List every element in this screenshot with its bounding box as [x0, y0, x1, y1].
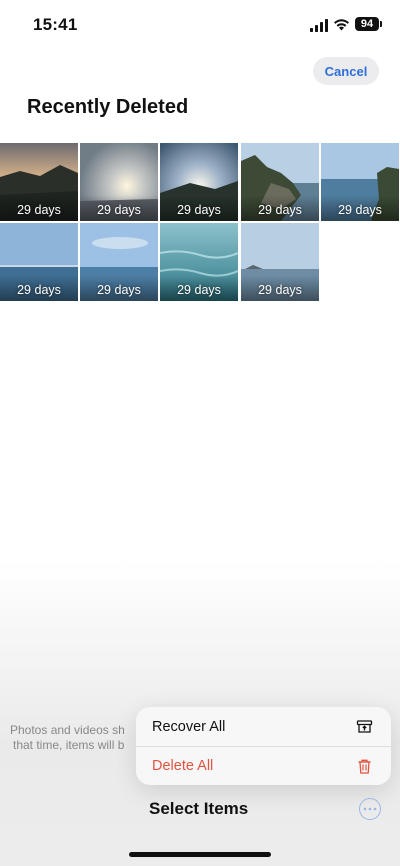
days-remaining-label: 29 days — [17, 283, 61, 297]
deletion-info-line-1: Photos and videos sh — [10, 723, 125, 737]
home-indicator — [129, 852, 271, 857]
photo-tile[interactable]: 29 days — [241, 143, 319, 221]
recover-delete-menu: Recover All Delete All — [136, 707, 391, 785]
select-items-button[interactable]: Select Items — [149, 799, 248, 819]
photo-tile[interactable]: 29 days — [80, 223, 158, 301]
status-time: 15:41 — [33, 15, 78, 34]
days-remaining-label: 29 days — [338, 203, 382, 217]
photo-tile[interactable]: 29 days — [321, 143, 399, 221]
days-remaining-label: 29 days — [177, 203, 221, 217]
cancel-button[interactable]: Cancel — [313, 57, 379, 85]
photo-tile[interactable]: 29 days — [0, 143, 78, 221]
more-options-button[interactable] — [359, 798, 381, 820]
photo-tile[interactable]: 29 days — [241, 223, 319, 301]
recover-tray-icon — [356, 720, 373, 733]
delete-all-label: Delete All — [152, 758, 214, 774]
days-remaining-label: 29 days — [97, 283, 141, 297]
days-remaining-label: 29 days — [17, 203, 61, 217]
cellular-signal-icon — [310, 19, 328, 32]
photo-tile[interactable]: 29 days — [160, 223, 238, 301]
days-remaining-label: 29 days — [258, 283, 302, 297]
status-bar: 15:41 94 — [0, 0, 400, 50]
page-title: Recently Deleted — [27, 96, 189, 118]
recover-all-button[interactable]: Recover All — [136, 707, 391, 746]
photo-tile[interactable]: 29 days — [0, 223, 78, 301]
days-remaining-label: 29 days — [97, 203, 141, 217]
deletion-info-line-2: that time, items will b — [13, 738, 125, 752]
photo-tile[interactable]: 29 days — [80, 143, 158, 221]
recover-all-label: Recover All — [152, 718, 226, 735]
days-remaining-label: 29 days — [258, 203, 302, 217]
battery-icon: 94 — [355, 17, 382, 31]
days-remaining-label: 29 days — [177, 283, 221, 297]
delete-all-button[interactable]: Delete All — [136, 746, 391, 785]
trash-icon — [358, 759, 371, 774]
photo-tile[interactable]: 29 days — [160, 143, 238, 221]
wifi-icon — [334, 19, 349, 31]
ellipsis-icon — [363, 807, 377, 811]
